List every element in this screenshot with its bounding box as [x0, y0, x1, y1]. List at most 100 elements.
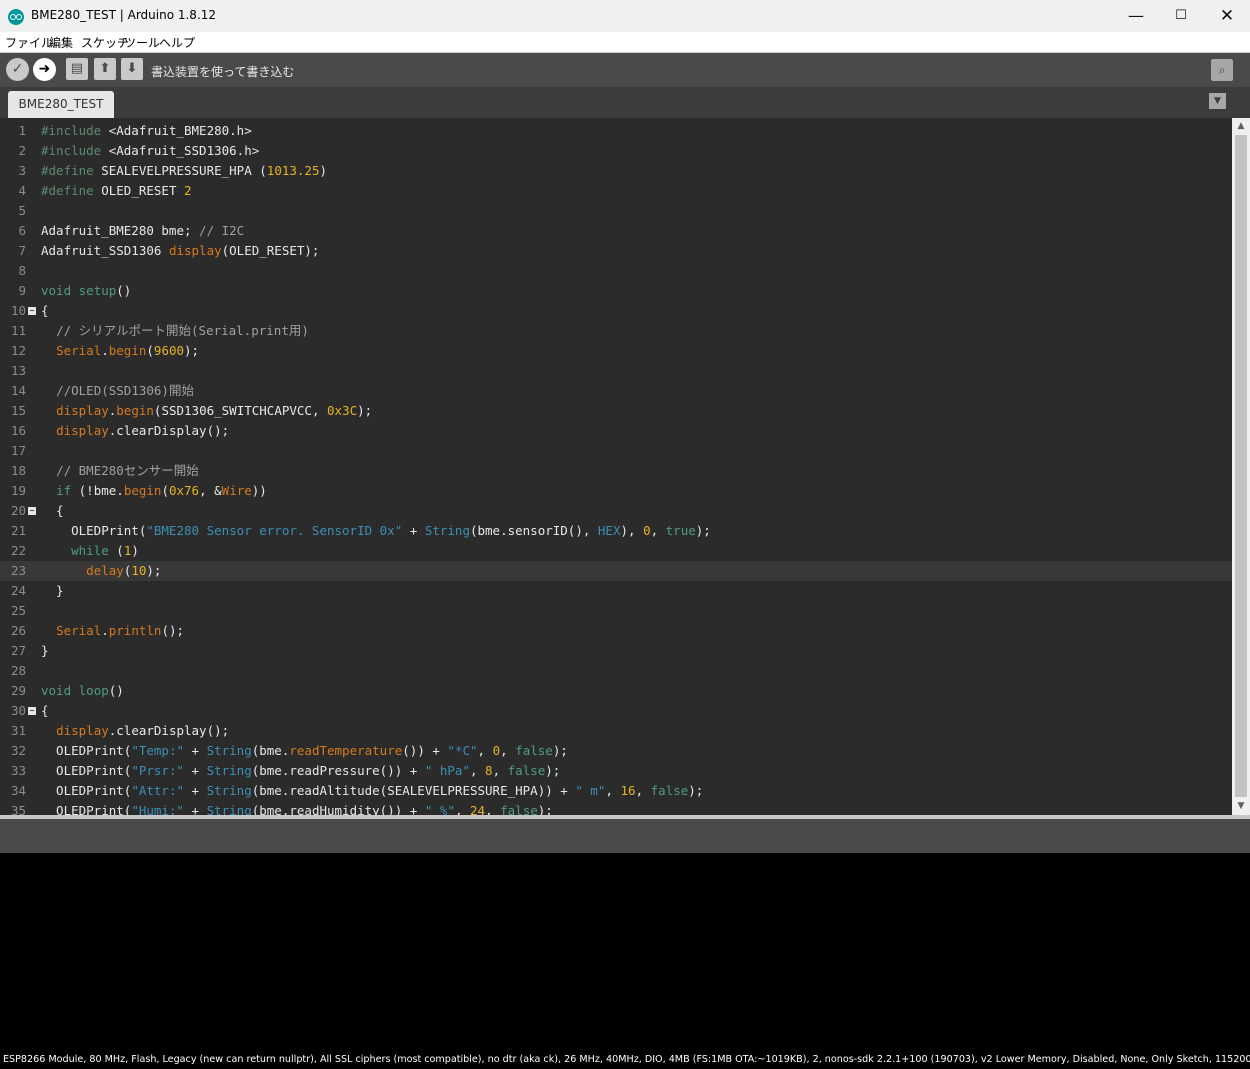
code-line[interactable]: 34 OLEDPrint("Attr:" + String(bme.readAl…	[0, 781, 1232, 801]
code-line[interactable]: 32 OLEDPrint("Temp:" + String(bme.readTe…	[0, 741, 1232, 761]
code-line[interactable]: 5	[0, 201, 1232, 221]
code-line[interactable]: 35 OLEDPrint("Humi:" + String(bme.readHu…	[0, 801, 1232, 815]
code-line[interactable]: 9 void setup()	[0, 281, 1232, 301]
code-text: void setup()	[41, 283, 132, 298]
tab-bme280-test[interactable]: BME280_TEST	[8, 91, 114, 118]
code-line[interactable]: 6 Adafruit_BME280 bme; // I2C	[0, 221, 1232, 241]
code-text: display.clearDisplay();	[56, 423, 230, 438]
menu-edit[interactable]: 編集	[49, 34, 73, 51]
code-text: delay(10);	[86, 563, 162, 578]
status-bar: ESP8266 Module, 80 MHz, Flash, Legacy (n…	[0, 1052, 1250, 1069]
chevron-down-icon: ▼	[1214, 96, 1221, 106]
code-text: OLEDPrint("Temp:" + String(bme.readTempe…	[41, 743, 568, 758]
editor-scrollbar[interactable]: ▲ ▼	[1232, 118, 1250, 815]
line-number: 2	[18, 143, 26, 158]
line-number: 23	[10, 563, 26, 578]
code-line[interactable]: 1 #include <Adafruit_BME280.h>	[0, 121, 1232, 141]
menu-sketch[interactable]: スケッチ	[81, 34, 129, 51]
close-button[interactable]: ✕	[1204, 0, 1250, 32]
code-text: {	[41, 503, 64, 518]
code-text: display.clearDisplay();	[56, 723, 230, 738]
code-line[interactable]: 26 Serial.println();	[0, 621, 1232, 641]
code-line[interactable]: 29 void loop()	[0, 681, 1232, 701]
code-line[interactable]: 3 #define SEALEVELPRESSURE_HPA (1013.25)	[0, 161, 1232, 181]
minimize-button[interactable]: —	[1113, 0, 1159, 32]
code-line[interactable]: 20− {	[0, 501, 1232, 521]
code-line[interactable]: 28	[0, 661, 1232, 681]
code-line[interactable]: 11 // シリアルポート開始(Serial.print用)	[0, 321, 1232, 341]
code-line[interactable]: 4 #define OLED_RESET 2	[0, 181, 1232, 201]
code-line[interactable]: 27}	[0, 641, 1232, 661]
code-text: // BME280センサー開始	[56, 463, 199, 478]
code-line[interactable]: 12 Serial.begin(9600);	[0, 341, 1232, 361]
menu-tools[interactable]: ツール	[124, 34, 160, 51]
scrollbar-thumb[interactable]	[1235, 135, 1247, 797]
code-line[interactable]: 30−{	[0, 701, 1232, 721]
fold-toggle-icon[interactable]: −	[28, 507, 36, 515]
code-line[interactable]: 19 if (!bme.begin(0x76, &Wire))	[0, 481, 1232, 501]
code-line[interactable]: 10−{	[0, 301, 1232, 321]
code-line[interactable]: 18 // BME280センサー開始	[0, 461, 1232, 481]
line-number: 28	[10, 663, 26, 678]
line-number: 35	[10, 803, 26, 815]
arrow-up-icon: ⬆	[99, 61, 111, 76]
upload-button[interactable]: ➜	[33, 58, 56, 81]
open-sketch-button[interactable]: ⬆	[94, 58, 116, 80]
line-number: 34	[10, 783, 26, 798]
line-number: 6	[18, 223, 26, 238]
line-number: 7	[18, 243, 26, 258]
code-text: Adafruit_BME280 bme; // I2C	[41, 223, 245, 238]
line-number: 5	[18, 203, 26, 218]
code-text: Adafruit_SSD1306 display(OLED_RESET);	[41, 243, 320, 258]
line-number: 13	[10, 363, 26, 378]
code-text: while (1)	[71, 543, 139, 558]
code-editor[interactable]: 1 #include <Adafruit_BME280.h> 2 #include <…	[0, 118, 1232, 815]
verify-button[interactable]: ✓	[6, 58, 29, 81]
line-number: 12	[10, 343, 26, 358]
code-line[interactable]: 21 OLEDPrint("BME280 Sensor error. Senso…	[0, 521, 1232, 541]
line-number: 14	[10, 383, 26, 398]
code-line[interactable]: 8	[0, 261, 1232, 281]
code-text: #include <Adafruit_BME280.h>	[41, 123, 252, 138]
code-line[interactable]: 2 #include <Adafruit_SSD1306.h>	[0, 141, 1232, 161]
code-line[interactable]: 15 display.begin(SSD1306_SWITCHCAPVCC, 0…	[0, 401, 1232, 421]
code-line[interactable]: 13	[0, 361, 1232, 381]
tab-bar: BME280_TEST ▼	[0, 87, 1250, 118]
code-line[interactable]: 16 display.clearDisplay();	[0, 421, 1232, 441]
code-line[interactable]: 23 delay(10);	[0, 561, 1232, 581]
code-line[interactable]: 25	[0, 601, 1232, 621]
code-text: // シリアルポート開始(Serial.print用)	[56, 323, 309, 338]
arrow-right-icon: ➜	[38, 61, 51, 77]
fold-toggle-icon[interactable]: −	[28, 307, 36, 315]
fold-toggle-icon[interactable]: −	[28, 707, 36, 715]
code-line[interactable]: 17	[0, 441, 1232, 461]
line-number: 8	[18, 263, 26, 278]
line-number: 11	[10, 323, 26, 338]
line-number: 15	[10, 403, 26, 418]
code-line[interactable]: 7 Adafruit_SSD1306 display(OLED_RESET);	[0, 241, 1232, 261]
line-number: 29	[10, 683, 26, 698]
code-line[interactable]: 33 OLEDPrint("Prsr:" + String(bme.readPr…	[0, 761, 1232, 781]
toolbar-hover-label: 書込装置を使って書き込む	[151, 65, 295, 79]
new-sketch-button[interactable]: ▤	[66, 58, 88, 80]
line-number: 31	[10, 723, 26, 738]
tab-menu-button[interactable]: ▼	[1209, 93, 1226, 109]
scroll-down-icon[interactable]: ▼	[1232, 798, 1250, 815]
maximize-button[interactable]: ☐	[1158, 0, 1204, 32]
code-line[interactable]: 14 //OLED(SSD1306)開始	[0, 381, 1232, 401]
arduino-logo-icon	[8, 9, 24, 25]
menu-file[interactable]: ファイル	[5, 34, 53, 51]
code-line[interactable]: 31 display.clearDisplay();	[0, 721, 1232, 741]
save-sketch-button[interactable]: ⬇	[121, 58, 143, 80]
line-number: 21	[10, 523, 26, 538]
scroll-up-icon[interactable]: ▲	[1232, 118, 1250, 135]
code-text: OLEDPrint("Prsr:" + String(bme.readPress…	[41, 763, 561, 778]
line-number: 24	[10, 583, 26, 598]
line-number: 27	[10, 643, 26, 658]
line-number: 33	[10, 763, 26, 778]
menu-help[interactable]: ヘルプ	[159, 34, 195, 51]
serial-monitor-button[interactable]: ⌕	[1211, 59, 1233, 81]
code-line[interactable]: 22 while (1)	[0, 541, 1232, 561]
checkmark-icon: ✓	[11, 61, 24, 77]
code-line[interactable]: 24 }	[0, 581, 1232, 601]
